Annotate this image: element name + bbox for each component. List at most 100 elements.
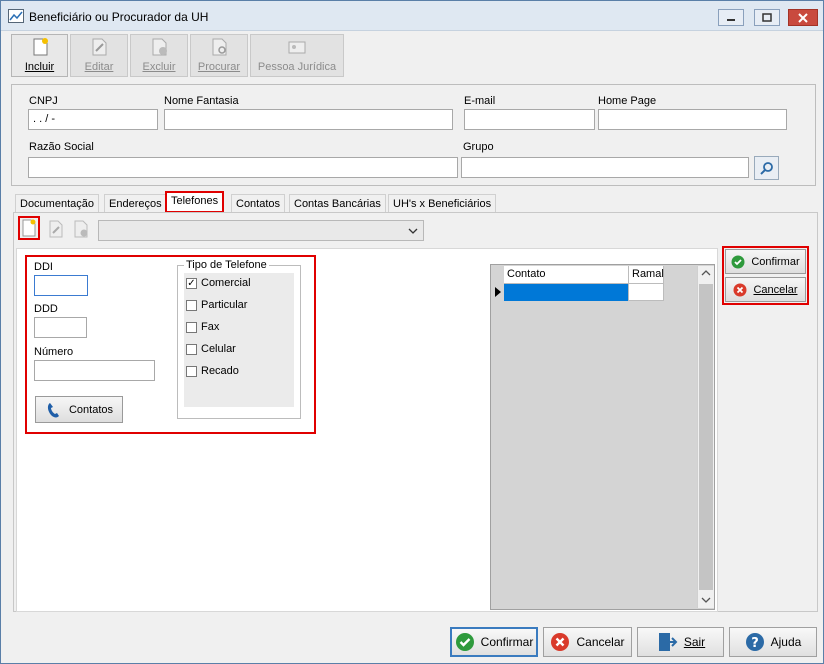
cnpj-field[interactable]: . . / -: [28, 109, 158, 130]
exit-door-icon: [658, 633, 678, 651]
celular-label: Celular: [201, 343, 236, 355]
editar-label: Editar: [84, 61, 114, 73]
incluir-button[interactable]: Incluir: [11, 34, 68, 77]
check-circle-icon: [731, 255, 745, 268]
check-circle-icon: [455, 633, 474, 651]
fax-label: Fax: [201, 321, 220, 333]
checkbox-icon: [186, 343, 197, 355]
phone-handset-icon: [47, 402, 59, 417]
ddd-field[interactable]: [34, 317, 87, 338]
chevron-down-icon: [408, 228, 418, 234]
checkbox-icon: [186, 365, 197, 377]
minimize-icon: [727, 18, 735, 21]
cnpj-label: CNPJ: [29, 95, 58, 107]
nome-fantasia-field[interactable]: [164, 109, 453, 130]
search-icon: [759, 162, 773, 175]
edit-icon: [92, 38, 107, 56]
grupo-label: Grupo: [463, 141, 494, 153]
checkbox-icon: [186, 321, 197, 333]
checkbox-celular[interactable]: Celular: [186, 343, 236, 355]
ddi-field[interactable]: [34, 275, 88, 296]
col-contato-header[interactable]: Contato: [504, 266, 629, 284]
contacts-grid[interactable]: [490, 264, 715, 610]
chevron-down-icon[interactable]: [701, 596, 711, 604]
tab-documentacao[interactable]: Documentação: [15, 194, 99, 214]
pessoa-juridica-label: Pessoa Jurídica: [257, 61, 337, 73]
contato-cell[interactable]: [504, 284, 629, 301]
footer-confirmar-button[interactable]: Confirmar: [450, 627, 538, 657]
tab-enderecos[interactable]: Endereços: [104, 194, 167, 214]
razao-social-field[interactable]: [28, 157, 458, 178]
footer-sair-button[interactable]: Sair: [637, 627, 724, 657]
cancel-circle-icon: [551, 633, 570, 651]
grupo-field[interactable]: [461, 157, 749, 178]
scrollbar-thumb[interactable]: [699, 284, 713, 590]
window-title: Beneficiário ou Procurador da UH: [29, 10, 209, 24]
maximize-icon: [762, 12, 772, 22]
checkbox-icon: [186, 299, 197, 311]
excluir-button[interactable]: Excluir: [130, 34, 188, 77]
ramal-cell[interactable]: [629, 284, 664, 301]
chart-icon: [8, 9, 24, 23]
delete-icon: [74, 220, 88, 238]
id-card-icon: [288, 41, 306, 54]
checkbox-fax[interactable]: Fax: [186, 321, 219, 333]
email-label: E-mail: [464, 95, 496, 107]
footer-ajuda-label: Ajuda: [770, 635, 802, 649]
phone-select[interactable]: [98, 220, 424, 241]
grid-scrollbar[interactable]: [697, 266, 714, 608]
home-page-label: Home Page: [598, 95, 657, 107]
new-document-icon: [33, 38, 48, 56]
maximize-button[interactable]: [754, 9, 780, 26]
grupo-search-button[interactable]: [754, 156, 779, 180]
footer-cancelar-button[interactable]: Cancelar: [543, 627, 632, 657]
footer-ajuda-button[interactable]: ? Ajuda: [729, 627, 817, 657]
minimize-button[interactable]: [718, 9, 744, 26]
checkbox-checked-icon: ✓: [186, 277, 197, 289]
sub-edit-button[interactable]: [45, 217, 67, 241]
tab-contas-bancarias[interactable]: Contas Bancárias: [289, 194, 386, 214]
particular-label: Particular: [201, 299, 248, 311]
table-row[interactable]: [504, 284, 664, 301]
excluir-label: Excluir: [142, 61, 176, 73]
tab-contatos[interactable]: Contatos: [231, 194, 286, 214]
email-field[interactable]: [464, 109, 595, 130]
recado-label: Recado: [201, 365, 239, 377]
comercial-label: Comercial: [201, 277, 251, 289]
procurar-label: Procurar: [197, 61, 241, 73]
contatos-button[interactable]: Contatos: [35, 396, 123, 423]
checkbox-recado[interactable]: Recado: [186, 365, 239, 377]
footer-sair-label: Sair: [683, 635, 706, 649]
side-cancelar-label: Cancelar: [753, 283, 798, 296]
title-bar: Beneficiário ou Procurador da UH: [1, 1, 823, 31]
side-confirmar-button[interactable]: Confirmar: [725, 249, 806, 274]
col-ramal-header[interactable]: Ramal: [629, 266, 664, 284]
tipo-telefone-inner: [184, 273, 294, 407]
ddi-label: DDI: [34, 261, 53, 273]
numero-label: Número: [34, 346, 74, 358]
home-page-field[interactable]: [598, 109, 787, 130]
side-cancelar-button[interactable]: Cancelar: [725, 277, 806, 302]
footer-confirmar-label: Confirmar: [480, 635, 534, 649]
main-window: Beneficiário ou Procurador da UH Incluir…: [0, 0, 824, 664]
incluir-label: Incluir: [24, 61, 55, 73]
grid-header: Contato Ramal: [504, 266, 664, 284]
procurar-button[interactable]: Procurar: [190, 34, 248, 77]
close-button[interactable]: [788, 9, 818, 26]
tab-uhs-beneficiarios[interactable]: UH's x Beneficiários: [388, 194, 497, 214]
sub-delete-button[interactable]: [70, 217, 92, 241]
tab-telefones[interactable]: Telefones: [165, 191, 225, 213]
chevron-up-icon[interactable]: [701, 269, 711, 277]
sub-new-button[interactable]: [18, 216, 40, 240]
svg-text:?: ?: [751, 636, 759, 651]
numero-field[interactable]: [34, 360, 155, 381]
search-document-icon: [212, 38, 227, 56]
tipo-telefone-title: Tipo de Telefone: [184, 259, 269, 271]
checkbox-comercial[interactable]: ✓ Comercial: [186, 277, 251, 289]
edit-icon: [49, 220, 63, 238]
nome-fantasia-label: Nome Fantasia: [164, 95, 239, 107]
editar-button[interactable]: Editar: [70, 34, 128, 77]
razao-social-label: Razão Social: [29, 141, 94, 153]
checkbox-particular[interactable]: Particular: [186, 299, 247, 311]
pessoa-juridica-button[interactable]: Pessoa Jurídica: [250, 34, 344, 77]
